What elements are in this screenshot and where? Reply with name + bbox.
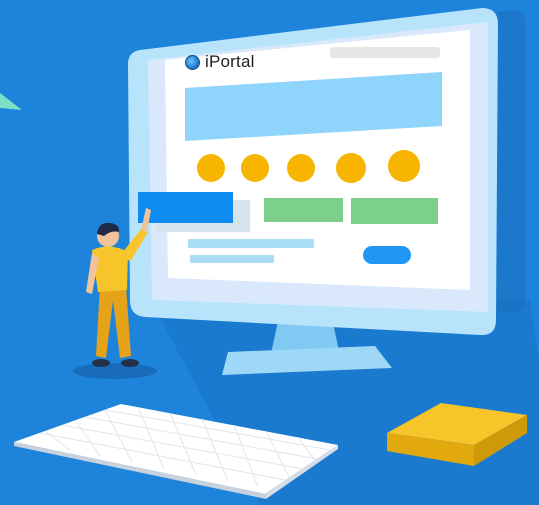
feature-circle-2: [241, 154, 269, 182]
person-shoe-left: [92, 359, 110, 367]
feature-circle-3: [287, 154, 315, 182]
portal-brand: iPortal: [185, 51, 255, 73]
text-line-2: [190, 255, 274, 263]
illustration-scene: iPortal: [0, 0, 539, 505]
background-artwork: [0, 0, 539, 505]
pill-button: [363, 246, 411, 264]
feature-circle-5: [388, 150, 420, 182]
feature-circle-1: [197, 154, 225, 182]
portal-brand-name: iPortal: [205, 52, 255, 71]
feature-circle-4: [336, 153, 366, 183]
green-button-1: [264, 198, 343, 222]
primary-button: [138, 192, 233, 223]
text-line-1: [188, 239, 314, 248]
header-search-placeholder: [330, 47, 440, 58]
person-shoe-right: [121, 359, 139, 367]
green-button-2: [351, 198, 438, 224]
globe-icon: [185, 54, 200, 70]
person-shadow: [73, 363, 157, 379]
